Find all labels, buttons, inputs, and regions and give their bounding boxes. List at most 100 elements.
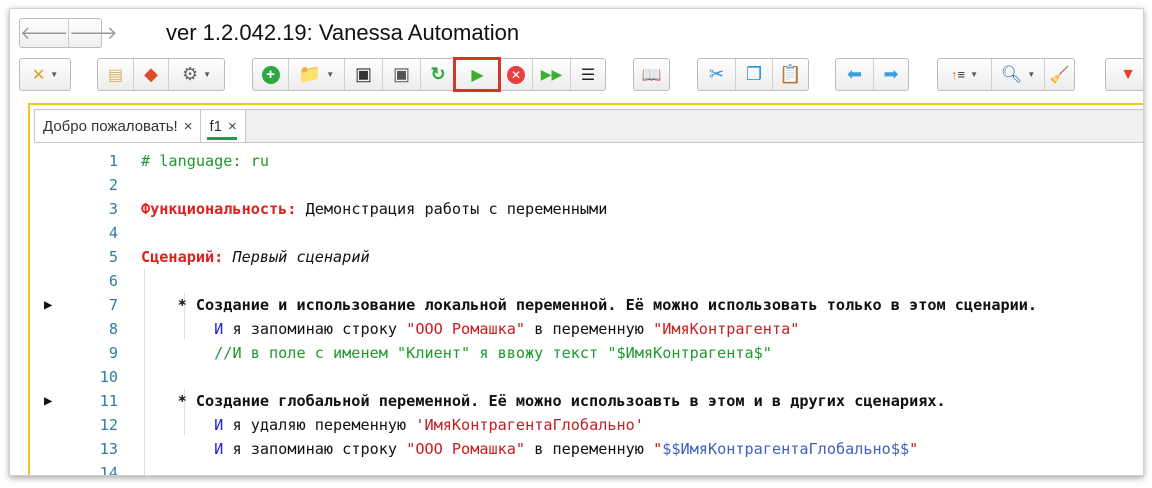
- toolbar-group-more: ▼: [1105, 58, 1143, 91]
- line-text: * Создание глобальной переменной. Её мож…: [141, 389, 946, 413]
- window-title: ver 1.2.042.19: Vanessa Automation: [166, 20, 520, 45]
- code-line[interactable]: 6: [34, 269, 1143, 293]
- help-button[interactable]: 📖: [634, 59, 669, 90]
- code-line[interactable]: 2: [34, 173, 1143, 197]
- forward-button[interactable]: 🡒: [68, 19, 118, 47]
- code-line[interactable]: 1 # language: ru: [34, 149, 1143, 173]
- line-text: Функциональность: Демонстрация работы с …: [141, 197, 607, 221]
- code-line[interactable]: 14: [34, 461, 1143, 475]
- stop-button[interactable]: ✕: [499, 59, 532, 90]
- toolbar-group-navigate: ⬅ ➡: [835, 58, 909, 91]
- run-all-button[interactable]: ▶▶: [532, 59, 570, 90]
- toolbar-group-search: ↑≡ ▼ 🔍︎ ▼ 🧹: [937, 58, 1075, 91]
- sort-list-button[interactable]: ↑≡ ▼: [938, 59, 991, 90]
- save-button[interactable]: ▣: [344, 59, 382, 90]
- play-icon: ▶: [471, 66, 484, 84]
- code-line[interactable]: 3 Функциональность: Демонстрация работы с…: [34, 197, 1143, 221]
- toolbar-group-clipboard: ✂ ❐ 📋: [697, 58, 809, 91]
- right-arrow-icon: ➡: [883, 64, 899, 84]
- paste-button[interactable]: 📋: [772, 59, 808, 90]
- search-icon: 🔍︎: [1000, 64, 1023, 84]
- steps-icon: ☰: [580, 66, 596, 84]
- code-line[interactable]: ▶ 11 * Создание глобальной переменной. Её…: [34, 389, 1143, 413]
- clear-button[interactable]: 🧹: [1044, 59, 1074, 90]
- code-line[interactable]: 10: [34, 365, 1143, 389]
- code-line[interactable]: 4: [34, 221, 1143, 245]
- add-button[interactable]: +: [253, 59, 288, 90]
- token: ": [909, 440, 919, 458]
- line-number: 5: [108, 248, 118, 266]
- line-number: 6: [108, 272, 118, 290]
- toolbar-group-tools: ✕ ▼: [19, 58, 71, 91]
- tab-label: Добро пожаловать!: [43, 117, 178, 135]
- token: в переменную: [525, 320, 654, 338]
- line-number: 3: [108, 200, 118, 218]
- more-button[interactable]: ▼: [1106, 59, 1143, 90]
- editor-panel: Добро пожаловать! × f1 × 1 # language: ru 2 3…: [28, 103, 1143, 475]
- token: И: [214, 320, 224, 338]
- token: я запоминаю строку: [223, 320, 407, 338]
- dropdown-arrow-icon: ▼: [1027, 70, 1036, 79]
- token: * Создание глобальной переменной. Её мож…: [177, 392, 946, 410]
- save-as-button[interactable]: ▣: [382, 59, 420, 90]
- dropdown-arrow-icon: ▼: [326, 70, 335, 79]
- back-arrow-icon: 🡐: [20, 22, 69, 43]
- token: Функциональность:: [141, 200, 297, 218]
- code-line[interactable]: ▶ 7 * Создание и использование локальной …: [34, 293, 1143, 317]
- code-line[interactable]: 9 //И в поле с именем "Клиент" я ввожу т…: [34, 341, 1143, 365]
- git-button[interactable]: ◆: [133, 59, 168, 90]
- left-arrow-icon: ⬅: [846, 64, 863, 84]
- token: "ИмяКонтрагента": [653, 320, 800, 338]
- breakpoint-marker-icon[interactable]: ▶: [44, 293, 52, 317]
- refresh-button[interactable]: ↻: [420, 59, 455, 90]
- plus-circle-icon: +: [261, 65, 280, 84]
- token: Первый сценарий: [232, 248, 370, 266]
- token: "ООО Ромашка": [406, 440, 526, 458]
- run-button[interactable]: ▶: [453, 57, 501, 92]
- breakpoint-marker-icon[interactable]: ▶: [44, 389, 52, 413]
- fast-forward-icon: ▶▶: [540, 66, 563, 82]
- code-line[interactable]: 13 И я запоминаю строку "ООО Ромашка" в …: [34, 437, 1143, 461]
- copy-button[interactable]: ❐: [735, 59, 772, 90]
- refresh-icon: ↻: [430, 64, 446, 84]
- line-text: //И в поле с именем "Клиент" я ввожу тек…: [141, 341, 772, 365]
- token: я запоминаю строку: [223, 440, 407, 458]
- code-editor[interactable]: 1 # language: ru 2 3 Функциональность: Демон…: [34, 143, 1143, 475]
- settings-button[interactable]: ⚙ ▼: [168, 59, 224, 90]
- back-button[interactable]: 🡐: [20, 19, 68, 47]
- line-number: 2: [108, 176, 118, 194]
- line-text: * Создание и использование локальной пер…: [141, 293, 1038, 317]
- code-line[interactable]: 8 И я запоминаю строку "ООО Ромашка" в п…: [34, 317, 1143, 341]
- tools-menu-button[interactable]: ✕ ▼: [20, 59, 70, 90]
- tab-f1[interactable]: f1 ×: [201, 110, 246, 142]
- line-number: 13: [99, 440, 118, 458]
- cut-button[interactable]: ✂: [698, 59, 735, 90]
- dropdown-arrow-icon: ▼: [970, 70, 978, 79]
- sort-list-icon: ↑≡: [950, 67, 966, 82]
- triangle-down-icon: ▼: [1120, 65, 1136, 83]
- tree-icon: ▤: [107, 66, 124, 84]
- tab-label: f1: [209, 117, 222, 135]
- code-line[interactable]: 5 Сценарий: Первый сценарий: [34, 245, 1143, 269]
- token: * Создание и использование локальной пер…: [177, 296, 1038, 314]
- line-number: 9: [108, 344, 118, 362]
- step-button[interactable]: ☰: [570, 59, 605, 90]
- code-line[interactable]: 12 И я удаляю переменную 'ИмяКонтрагента…: [34, 413, 1143, 437]
- line-number: 11: [99, 392, 118, 410]
- tab-welcome[interactable]: Добро пожаловать! ×: [35, 110, 202, 142]
- tree-button[interactable]: ▤: [98, 59, 133, 90]
- line-text: # language: ru: [141, 149, 269, 173]
- open-button[interactable]: 📁 ▼: [288, 59, 344, 90]
- token: Демонстрация работы с переменными: [296, 200, 608, 218]
- search-button[interactable]: 🔍︎ ▼: [991, 59, 1044, 90]
- close-icon[interactable]: ×: [184, 118, 193, 135]
- next-button[interactable]: ➡: [873, 59, 908, 90]
- broom-icon: 🧹: [1049, 66, 1070, 84]
- close-icon[interactable]: ×: [228, 118, 237, 135]
- line-number: 4: [108, 224, 118, 242]
- prev-button[interactable]: ⬅: [836, 59, 873, 90]
- token: Сценарий:: [141, 248, 224, 266]
